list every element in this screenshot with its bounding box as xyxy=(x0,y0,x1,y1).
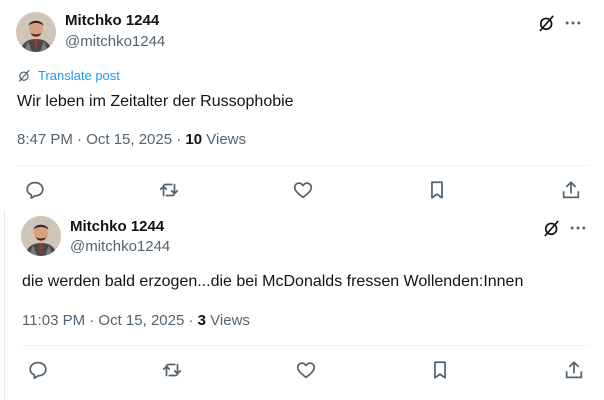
translate-icon xyxy=(18,69,30,82)
post-text: die werden bald erzogen...die bei McDona… xyxy=(22,273,524,290)
share-button[interactable] xyxy=(556,175,586,205)
reply-icon xyxy=(29,361,47,379)
more-icon xyxy=(570,226,586,230)
author-handle[interactable]: @mitchko1244 xyxy=(70,238,170,255)
grok-button[interactable] xyxy=(536,12,558,34)
author-name[interactable]: Mitchko 1244 xyxy=(65,12,159,29)
repost-button[interactable] xyxy=(157,355,187,385)
more-button[interactable] xyxy=(567,217,589,239)
repost-icon xyxy=(159,183,179,197)
reply-button[interactable] xyxy=(23,355,53,385)
avatar-photo-icon xyxy=(21,216,61,256)
post-text: Wir leben im Zeitalter der Russophobie xyxy=(17,93,294,110)
bookmark-icon xyxy=(431,181,443,199)
action-bar xyxy=(10,175,594,205)
post-meta[interactable]: 8:47 PM · Oct 15, 2025 · 10 Views xyxy=(17,131,246,148)
like-button[interactable] xyxy=(291,355,321,385)
bookmark-icon xyxy=(434,361,446,379)
avatar[interactable] xyxy=(16,12,56,52)
avatar[interactable] xyxy=(21,216,61,256)
repost-icon xyxy=(162,363,182,377)
post-2[interactable]: Mitchko 1244 @mitchko1244 die werden bal… xyxy=(4,210,604,400)
share-icon xyxy=(565,361,583,379)
grok-icon xyxy=(544,220,559,237)
share-button[interactable] xyxy=(559,355,589,385)
divider xyxy=(22,345,589,346)
views-count: 3 xyxy=(197,312,206,329)
views-count: 10 xyxy=(185,131,203,148)
repost-button[interactable] xyxy=(154,175,184,205)
share-icon xyxy=(562,181,580,199)
avatar-photo-icon xyxy=(16,12,56,52)
grok-button[interactable] xyxy=(541,217,563,239)
author-name[interactable]: Mitchko 1244 xyxy=(70,218,164,235)
views-label: Views xyxy=(202,131,247,148)
divider xyxy=(17,165,588,166)
translate-label: Translate post xyxy=(38,68,120,83)
more-icon xyxy=(565,21,581,25)
translate-link[interactable]: Translate post xyxy=(17,68,120,83)
like-icon xyxy=(293,182,313,199)
like-button[interactable] xyxy=(288,175,318,205)
more-button[interactable] xyxy=(562,12,584,34)
post-1[interactable]: Mitchko 1244 @mitchko1244 Translate post… xyxy=(0,0,604,210)
reply-button[interactable] xyxy=(20,175,50,205)
like-icon xyxy=(296,362,316,379)
action-bar xyxy=(15,355,595,385)
post-timestamp[interactable]: 8:47 PM · Oct 15, 2025 · xyxy=(17,131,185,148)
reply-icon xyxy=(26,181,44,199)
post-timestamp[interactable]: 11:03 PM · Oct 15, 2025 · xyxy=(22,312,198,329)
bookmark-button[interactable] xyxy=(425,355,455,385)
bookmark-button[interactable] xyxy=(422,175,452,205)
post-meta[interactable]: 11:03 PM · Oct 15, 2025 · 3 Views xyxy=(22,312,250,329)
author-handle[interactable]: @mitchko1244 xyxy=(65,33,165,50)
views-label: Views xyxy=(206,312,250,329)
grok-icon xyxy=(539,15,554,32)
